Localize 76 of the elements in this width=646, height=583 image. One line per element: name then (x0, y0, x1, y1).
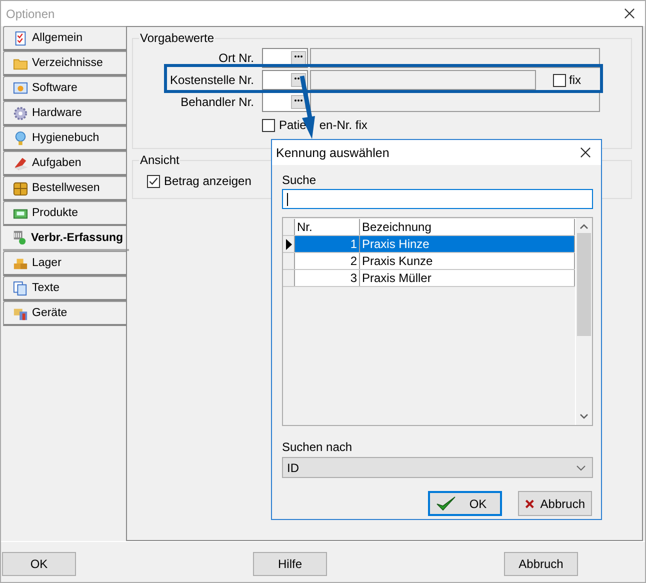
side-tab[interactable]: Bestellwesen (3, 176, 126, 201)
checkbox[interactable] (147, 174, 160, 188)
chevron-down-icon (576, 464, 586, 470)
table-cell: 1 (295, 236, 360, 252)
table-row[interactable]: 2 Praxis Kunze (283, 253, 575, 270)
tab-label: Texte (32, 282, 60, 294)
pages-icon (13, 280, 28, 296)
side-tab[interactable]: Aufgaben (3, 151, 126, 176)
browse-button[interactable] (291, 95, 306, 109)
dialog-button[interactable]: Abbruch (518, 491, 592, 516)
checkbox-label: fix (569, 73, 581, 87)
side-tab[interactable]: Hygienebuch (3, 126, 126, 151)
checkmark-icon (436, 496, 456, 512)
pencil-icon (13, 156, 28, 170)
group-title: Vorgabewerte (139, 31, 216, 45)
field-label: Ort Nr. (218, 51, 254, 65)
checklist-icon (13, 30, 28, 46)
tab-label: Hardware (32, 107, 82, 119)
row-pointer-icon (286, 238, 292, 250)
tab-label: Allgemein (32, 32, 82, 44)
side-tab[interactable]: Allgemein (3, 26, 126, 51)
table-cell: 3 (295, 270, 360, 286)
table-row[interactable]: 1 Praxis Hinze (283, 236, 575, 253)
tab-label: Software (32, 82, 78, 94)
table-cell: 2 (295, 253, 360, 269)
bulb-icon (13, 130, 28, 146)
dialog-button[interactable]: Abbruch (504, 552, 578, 576)
close-icon[interactable] (580, 147, 591, 158)
dialog-button[interactable]: Hilfe (253, 552, 327, 576)
crate-icon (13, 180, 28, 196)
browse-button[interactable] (291, 51, 306, 65)
column-header[interactable]: Nr. (295, 219, 360, 235)
side-tab[interactable]: Texte (3, 276, 126, 301)
field-label: Kostenstelle Nr. (168, 73, 254, 87)
tab-label: Verbr.-Erfassung (31, 232, 124, 244)
checkbox-label: Patie (279, 118, 306, 132)
dialog-button[interactable]: OK (2, 552, 76, 576)
scanner-icon (12, 230, 27, 245)
group-title: Ansicht (139, 153, 180, 167)
side-tab[interactable]: Produkte (3, 201, 126, 226)
search-field[interactable] (282, 189, 593, 209)
field-label: Suchen nach (282, 440, 354, 456)
dialog-title: Kennung auswählen (276, 146, 390, 160)
scroll-down-icon[interactable] (580, 414, 588, 419)
dialog-button[interactable]: OK (428, 491, 502, 516)
field-label: Suche (282, 173, 318, 189)
checkbox[interactable] (262, 118, 275, 132)
ellipsis-icon (294, 99, 303, 102)
input-field[interactable] (262, 70, 308, 90)
table-row[interactable]: 3 Praxis Müller (283, 270, 575, 287)
checkbox-label: Betrag anzeigen (164, 174, 252, 188)
monitor-icon (13, 80, 28, 96)
tab-label: Produkte (32, 207, 78, 219)
gear-icon (13, 106, 28, 120)
side-tab[interactable]: Software (3, 76, 126, 101)
tab-label: Aufgaben (32, 157, 82, 169)
scroll-up-icon[interactable] (580, 224, 588, 229)
side-tab[interactable]: Geräte (3, 301, 126, 326)
tab-label: Bestellwesen (32, 182, 100, 194)
checkbox[interactable] (553, 74, 566, 86)
checkbox-label: en-Nr. fix (319, 118, 368, 132)
side-tab[interactable]: Verzeichnisse (3, 51, 126, 76)
dropdown-value: ID (287, 460, 299, 474)
ellipsis-icon (294, 55, 303, 58)
scrollbar[interactable] (575, 218, 592, 425)
side-tab[interactable]: Hardware (3, 101, 126, 126)
dropdown[interactable]: ID (282, 457, 593, 478)
tab-label: Lager (32, 257, 62, 269)
field-label: Behandler Nr. (180, 95, 254, 109)
tab-label: Verzeichnisse (32, 57, 103, 69)
tab-label: Hygienebuch (32, 132, 100, 144)
close-icon[interactable] (624, 8, 635, 19)
side-tab[interactable]: Lager (3, 251, 126, 276)
row-header[interactable] (283, 236, 295, 252)
tab-label: Geräte (32, 307, 68, 319)
window-title: Optionen (6, 6, 55, 20)
